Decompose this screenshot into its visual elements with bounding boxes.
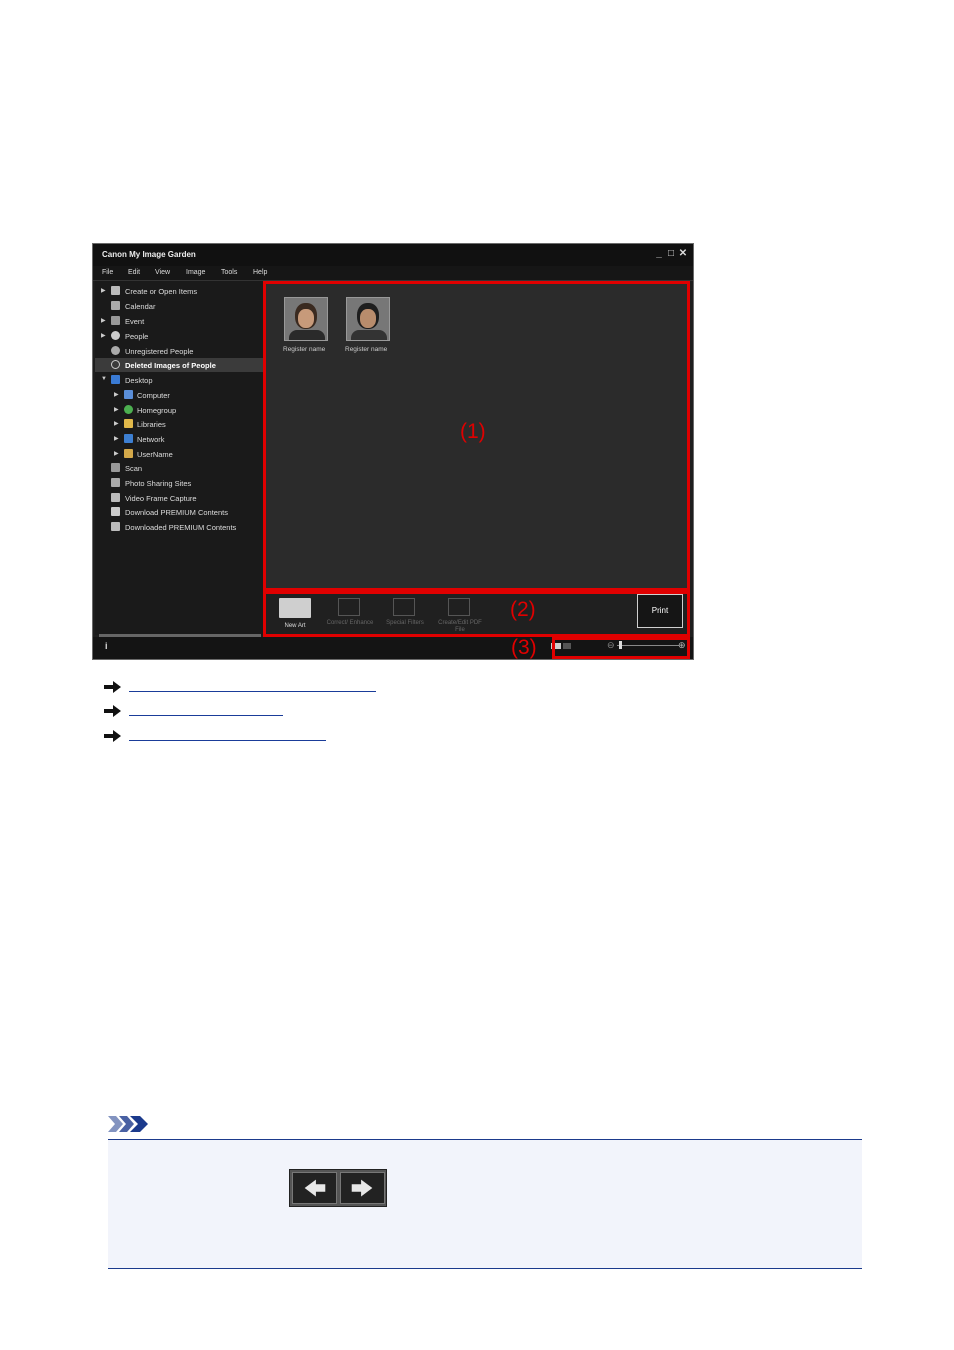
desktop-icon	[111, 375, 120, 384]
libraries-icon	[124, 419, 133, 428]
sidebar-item-label: Computer	[137, 391, 170, 400]
callout-frame-3	[552, 637, 690, 659]
sidebar-item-computer[interactable]: ▶ Computer	[95, 388, 263, 402]
expand-arrow-icon[interactable]: ▶	[101, 332, 106, 339]
sidebar-item-label: Create or Open Items	[125, 287, 198, 296]
callout-number-3: (3)	[511, 636, 537, 659]
menu-help[interactable]: Help	[253, 269, 267, 276]
arrow-right-icon	[104, 705, 121, 717]
link-underline[interactable]	[129, 691, 376, 692]
sidebar-item-downloaded-premium[interactable]: Downloaded PREMIUM Contents	[95, 520, 263, 534]
sidebar-item-label: UserName	[137, 450, 173, 459]
callout-number-2: (2)	[510, 598, 536, 621]
sidebar-item-label: Network	[137, 435, 165, 444]
calendar-icon	[111, 301, 120, 310]
link-item[interactable]	[104, 728, 504, 746]
sidebar-item-deleted-images-of-people[interactable]: Deleted Images of People	[95, 358, 263, 372]
sidebar-item-label: Scan	[125, 464, 143, 473]
sidebar-item-label: Homegroup	[137, 406, 177, 415]
link-underline[interactable]	[129, 740, 326, 741]
expand-arrow-icon[interactable]: ▶	[114, 420, 119, 427]
event-icon	[111, 316, 120, 325]
next-button[interactable]	[340, 1172, 385, 1204]
menu-bar: File Edit View Image Tools Help	[93, 266, 693, 281]
sidebar-item-label: Libraries	[137, 420, 166, 429]
sidebar-item-video-frame-capture[interactable]: Video Frame Capture	[95, 491, 263, 505]
sidebar-item-photo-sharing-sites[interactable]: Photo Sharing Sites	[95, 476, 263, 490]
arrow-right-icon	[104, 730, 121, 742]
sidebar-item-label: Download PREMIUM Contents	[125, 508, 228, 517]
menu-file[interactable]: File	[102, 269, 113, 276]
arrow-left-icon	[304, 1179, 326, 1197]
link-item[interactable]	[104, 679, 504, 697]
deleted-people-icon	[111, 360, 120, 369]
sidebar-item-label: People	[125, 332, 149, 341]
callout-number-1: (1)	[460, 420, 486, 443]
previous-button[interactable]	[292, 1172, 337, 1204]
sidebar-item-download-premium[interactable]: Download PREMIUM Contents	[95, 505, 263, 519]
sidebar-item-label: Video Frame Capture	[125, 494, 197, 503]
sidebar-item-label: Deleted Images of People	[125, 361, 216, 370]
sidebar-item-network[interactable]: ▶ Network	[95, 432, 263, 446]
expand-arrow-icon[interactable]: ▶	[114, 435, 119, 442]
sidebar-item-desktop[interactable]: ▼ Desktop	[95, 373, 263, 387]
arrow-right-icon	[104, 681, 121, 693]
downloaded-premium-icon	[111, 522, 120, 531]
callout-frame-2	[263, 591, 690, 637]
link-underline[interactable]	[129, 715, 283, 716]
people-icon	[111, 331, 120, 340]
homegroup-icon	[124, 405, 133, 414]
expand-arrow-icon[interactable]: ▶	[101, 287, 106, 294]
maximize-button[interactable]: □	[665, 248, 677, 260]
scan-icon	[111, 463, 120, 472]
create-open-icon	[111, 286, 120, 295]
sidebar-item-people[interactable]: ▶ People	[95, 329, 263, 343]
title-bar: Canon My Image Garden _ □ ✕	[93, 244, 693, 266]
note-chevrons-icon	[108, 1116, 148, 1132]
menu-image[interactable]: Image	[186, 269, 205, 276]
menu-view[interactable]: View	[155, 269, 170, 276]
sidebar-item-create-open[interactable]: ▶ Create or Open Items	[95, 284, 263, 298]
sidebar-item-homegroup[interactable]: ▶ Homegroup	[95, 403, 263, 417]
expand-arrow-icon[interactable]: ▶	[114, 406, 119, 413]
expand-arrow-icon[interactable]: ▶	[114, 450, 119, 457]
sidebar-item-unregistered-people[interactable]: Unregistered People	[95, 344, 263, 358]
expand-arrow-icon[interactable]: ▶	[101, 317, 106, 324]
sidebar-item-label: Calendar	[125, 302, 156, 311]
photo-sharing-icon	[111, 478, 120, 487]
expand-arrow-icon[interactable]: ▶	[114, 391, 119, 398]
sidebar-item-label: Downloaded PREMIUM Contents	[125, 523, 237, 532]
sidebar-item-label: Unregistered People	[125, 347, 194, 356]
sidebar-item-event[interactable]: ▶ Event	[95, 314, 263, 328]
sidebar-item-calendar[interactable]: Calendar	[95, 299, 263, 313]
link-item[interactable]	[104, 703, 504, 721]
sidebar-item-username[interactable]: ▶ UserName	[95, 447, 263, 461]
sidebar-item-label: Photo Sharing Sites	[125, 479, 192, 488]
info-icon[interactable]: i	[105, 641, 108, 651]
menu-edit[interactable]: Edit	[128, 269, 140, 276]
navigation-buttons	[289, 1169, 387, 1207]
minimize-button[interactable]: _	[653, 248, 665, 260]
note-box	[108, 1140, 862, 1269]
close-button[interactable]: ✕	[677, 248, 689, 260]
unregistered-people-icon	[111, 346, 120, 355]
sidebar-item-label: Event	[125, 317, 145, 326]
user-folder-icon	[124, 449, 133, 458]
window-title: Canon My Image Garden	[102, 250, 196, 259]
sidebar-item-label: Desktop	[125, 376, 153, 385]
sidebar-tree: ▶ Create or Open Items Calendar ▶ Event …	[95, 281, 263, 635]
download-premium-icon	[111, 507, 120, 516]
sidebar-item-scan[interactable]: Scan	[95, 461, 263, 475]
collapse-arrow-icon[interactable]: ▼	[101, 376, 107, 382]
network-icon	[124, 434, 133, 443]
arrow-right-icon	[351, 1179, 373, 1197]
video-frame-icon	[111, 493, 120, 502]
sidebar-item-libraries[interactable]: ▶ Libraries	[95, 417, 263, 431]
menu-tools[interactable]: Tools	[221, 269, 237, 276]
computer-icon	[124, 390, 133, 399]
